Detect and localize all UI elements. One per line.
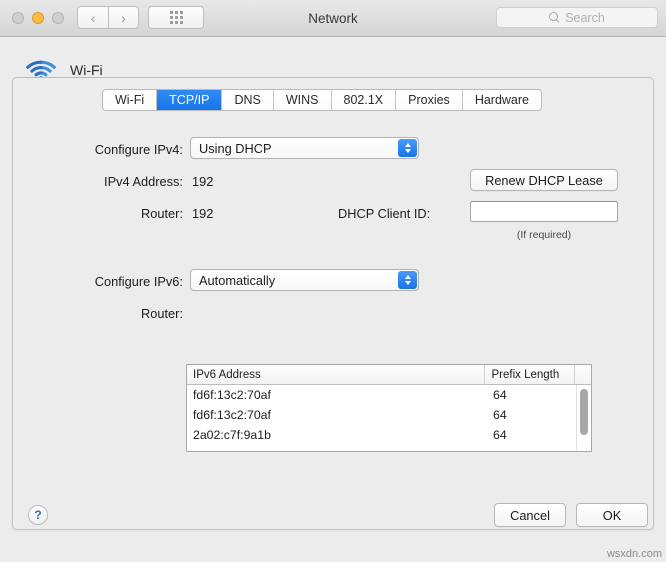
cell-prefix-length: 64 bbox=[493, 428, 507, 442]
cell-ipv6-address: fd6f:13c2:70af bbox=[193, 408, 271, 422]
ipv4-router-value-wrap: 192 bbox=[192, 206, 213, 221]
cell-prefix-length: 64 bbox=[493, 388, 507, 402]
ipv4-router-label-wrap: Router: bbox=[83, 206, 183, 221]
table-scrollbar-thumb[interactable] bbox=[580, 389, 588, 435]
tab-proxies[interactable]: Proxies bbox=[396, 90, 463, 110]
configure-ipv4-label: Configure IPv4: bbox=[94, 142, 183, 157]
renew-dhcp-lease-button[interactable]: Renew DHCP Lease bbox=[470, 169, 618, 191]
cell-ipv6-address: 2a02:c7f:9a1b bbox=[193, 428, 271, 442]
tab-tcpip[interactable]: TCP/IP bbox=[157, 90, 223, 110]
dhcp-client-id-label: DHCP Client ID: bbox=[338, 206, 431, 221]
network-preferences-window: ‹ › Network Search Wi-Fi Wi-Fi TCP/IP DN… bbox=[0, 0, 666, 562]
search-icon bbox=[549, 12, 560, 23]
ipv4-address-value-wrap: 192 bbox=[192, 174, 213, 189]
configure-ipv6-label-wrap: Configure IPv6: bbox=[83, 274, 183, 289]
service-name-label: Wi-Fi bbox=[70, 62, 103, 78]
ipv4-address-value: 192 bbox=[192, 174, 214, 189]
search-field[interactable]: Search bbox=[496, 7, 658, 28]
cell-ipv6-address: fd6f:13c2:70af bbox=[193, 388, 271, 402]
cell-prefix-length: 64 bbox=[493, 408, 507, 422]
ipv4-router-label: Router: bbox=[141, 206, 183, 221]
table-scrollbar[interactable] bbox=[576, 385, 591, 451]
ok-button[interactable]: OK bbox=[576, 503, 648, 527]
watermark: wsxdn.com bbox=[606, 548, 662, 560]
table-header-row: IPv6 Address Prefix Length bbox=[187, 365, 591, 385]
dhcp-client-id-hint: (If required) bbox=[516, 229, 572, 241]
configure-ipv4-value: Using DHCP bbox=[199, 140, 272, 156]
footer-button-group: Cancel OK bbox=[494, 503, 648, 527]
configure-ipv4-popup[interactable]: Using DHCP bbox=[190, 137, 419, 159]
configure-ipv6-label: Configure IPv6: bbox=[94, 274, 183, 289]
window-content: Wi-Fi Wi-Fi TCP/IP DNS WINS 802.1X Proxi… bbox=[0, 37, 666, 562]
tab-hardware[interactable]: Hardware bbox=[462, 90, 541, 110]
ipv6-router-label: Router: bbox=[141, 306, 183, 321]
cancel-button[interactable]: Cancel bbox=[494, 503, 566, 527]
tab-wifi[interactable]: Wi-Fi bbox=[103, 90, 158, 110]
table-body: fd6f:13c2:70af 64 fd6f:13c2:70af 64 2a02… bbox=[187, 385, 591, 445]
help-button[interactable]: ? bbox=[28, 505, 48, 525]
column-header-ipv6-address[interactable]: IPv6 Address bbox=[187, 365, 486, 384]
table-row[interactable]: fd6f:13c2:70af 64 bbox=[187, 385, 591, 405]
table-row[interactable]: 2a02:c7f:9a1b 64 bbox=[187, 425, 591, 445]
table-row[interactable]: fd6f:13c2:70af 64 bbox=[187, 405, 591, 425]
dhcp-client-id-input[interactable] bbox=[470, 201, 618, 222]
chevron-updown-icon bbox=[398, 139, 417, 157]
ipv4-router-value: 192 bbox=[192, 206, 214, 221]
column-header-spacer bbox=[575, 365, 591, 384]
configure-ipv6-value: Automatically bbox=[199, 272, 276, 288]
search-placeholder: Search bbox=[565, 10, 605, 25]
tab-wins[interactable]: WINS bbox=[273, 90, 332, 110]
configure-ipv4-label-wrap: Configure IPv4: bbox=[83, 142, 183, 157]
configure-ipv6-popup[interactable]: Automatically bbox=[190, 269, 419, 291]
chevron-updown-icon bbox=[398, 271, 417, 289]
ipv6-address-table[interactable]: IPv6 Address Prefix Length fd6f:13c2:70a… bbox=[186, 364, 592, 452]
column-header-prefix-length[interactable]: Prefix Length bbox=[485, 365, 576, 384]
tab-dns[interactable]: DNS bbox=[222, 90, 274, 110]
ipv4-address-label-wrap: IPv4 Address: bbox=[83, 174, 183, 189]
dhcp-client-id-label-wrap: DHCP Client ID: bbox=[338, 206, 430, 221]
ipv6-router-label-wrap: Router: bbox=[83, 306, 183, 321]
tab-8021x[interactable]: 802.1X bbox=[331, 90, 397, 110]
window-titlebar: ‹ › Network Search bbox=[0, 0, 666, 37]
dhcp-client-id-hint-wrap: (If required) bbox=[470, 225, 618, 243]
ipv4-address-label: IPv4 Address: bbox=[104, 174, 183, 189]
settings-tab-bar: Wi-Fi TCP/IP DNS WINS 802.1X Proxies Har… bbox=[102, 89, 542, 111]
